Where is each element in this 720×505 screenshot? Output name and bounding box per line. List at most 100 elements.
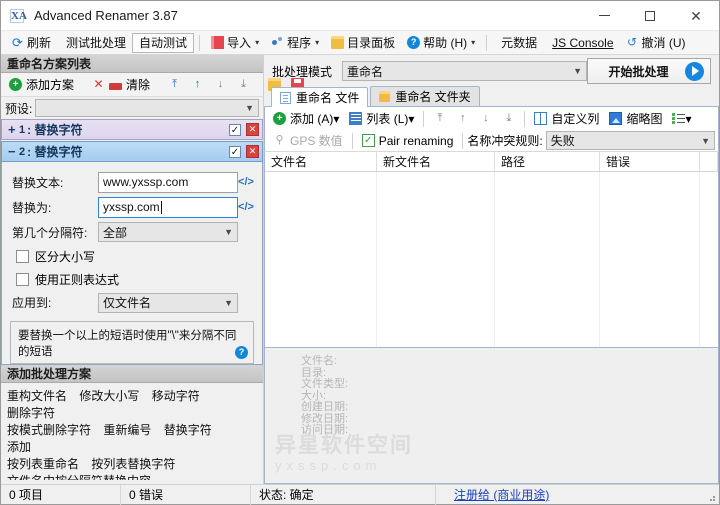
resize-grip[interactable]: [706, 492, 716, 502]
add-link-list-rename[interactable]: 按列表重命名: [7, 457, 79, 471]
toolbar-refresh[interactable]: ⟳ 刷新: [5, 33, 57, 53]
checkbox-checked-icon: ✓: [361, 134, 375, 147]
move-method-bottom-button[interactable]: ⤓: [232, 75, 255, 95]
toolbar-undo-label: 撤消 (U): [641, 36, 686, 50]
arrow-to-bottom-icon: ⤓: [506, 112, 512, 124]
add-link-change-case[interactable]: 修改大小写: [79, 389, 139, 403]
method-index-1: 1: [19, 123, 26, 136]
method-name-2: : 替换字符: [27, 145, 83, 159]
help-icon: ?: [407, 36, 421, 49]
file-move-up-button[interactable]: ↑: [451, 109, 474, 129]
collapse-icon[interactable]: −: [8, 144, 19, 159]
toolbar-test-batch[interactable]: 测试批处理: [57, 33, 132, 53]
add-method-button[interactable]: + 添加方案: [4, 75, 79, 95]
toolbar-js-console[interactable]: JS Console: [543, 33, 619, 53]
batch-mode-select[interactable]: 重命名 ▼: [342, 61, 587, 81]
list-icon: [349, 112, 363, 125]
toolbar-auto-test[interactable]: 自动测试: [132, 32, 195, 53]
license-link[interactable]: 注册给 (商业用途): [454, 486, 549, 503]
use-regex-checkbox[interactable]: [16, 272, 29, 286]
toolbar-import[interactable]: 导入 ▾: [205, 33, 265, 53]
apply-to-select[interactable]: 仅文件名 ▼: [98, 292, 238, 313]
add-link-replace[interactable]: 替换字符: [164, 423, 212, 437]
toolbar-help[interactable]: ? 帮助 (H) ▾: [401, 33, 481, 53]
list-button[interactable]: 列表 (L) ▾: [344, 109, 419, 129]
add-link-remove-pattern[interactable]: 按模式删除字符: [7, 423, 91, 437]
thumbnails-button[interactable]: 缩略图: [604, 109, 667, 129]
method-row-1[interactable]: + 1 : 替换字符 ✓ ✕: [1, 119, 263, 140]
method-delete-button-2[interactable]: ✕: [246, 145, 259, 158]
toolbar-program[interactable]: 程序 ▾: [265, 33, 325, 53]
expand-icon[interactable]: +: [8, 122, 19, 137]
clear-methods-button[interactable]: ✕ 清除: [87, 75, 155, 95]
file-table[interactable]: 文件名 新文件名 路径 错误: [264, 152, 719, 348]
case-sensitive-checkbox[interactable]: [16, 249, 29, 263]
method-row-2[interactable]: − 2 : 替换字符 ✓ ✕: [1, 141, 263, 162]
case-sensitive-row[interactable]: 区分大小写: [2, 245, 262, 268]
custom-columns-button[interactable]: 自定义列: [529, 109, 604, 129]
replace-text-input[interactable]: www.yxssp.com: [98, 171, 238, 193]
custom-columns-label: 自定义列: [551, 112, 600, 126]
file-table-body[interactable]: [265, 172, 718, 347]
column-header-error[interactable]: 错误: [600, 152, 700, 171]
toolbar-folder-panel-label: 目录面板: [347, 36, 396, 50]
help-icon[interactable]: ?: [235, 346, 248, 360]
method-delete-button-1[interactable]: ✕: [246, 123, 259, 136]
meta-filename: 文件名:: [301, 355, 338, 367]
tab-rename-folders[interactable]: 重命名 文件夹: [370, 86, 480, 106]
tab-rename-folders-label: 重命名 文件夹: [395, 90, 471, 104]
add-links-row-4: 文件名中按分隔符替换内容 从文件名两端修剪: [7, 473, 257, 480]
replace-with-input[interactable]: yxssp.com: [98, 196, 238, 218]
close-button[interactable]: ✕: [673, 1, 719, 31]
add-link-move-chars[interactable]: 移动字符: [152, 389, 200, 403]
eraser-icon: [109, 82, 123, 90]
column-header-newname[interactable]: 新文件名: [377, 152, 495, 171]
add-link-split-replace[interactable]: 文件名中按分隔符替换内容: [7, 474, 151, 480]
main-toolbar: ⟳ 刷新 测试批处理 自动测试 导入 ▾ 程序 ▾ 目录面板 ? 帮助 (H) …: [1, 31, 719, 55]
add-link-add[interactable]: 添加: [7, 440, 31, 454]
preset-label: 预设:: [5, 101, 33, 116]
add-link-restructure[interactable]: 重构文件名: [7, 389, 67, 403]
program-icon: [271, 36, 284, 49]
move-method-top-button[interactable]: ⤒: [163, 75, 186, 95]
toolbar-metadata[interactable]: 元数据: [492, 33, 543, 53]
apply-to-row: 应用到: 仅文件名 ▼: [2, 291, 262, 316]
conflict-rule-select[interactable]: 失败 ▼: [545, 131, 715, 150]
column-header-filename[interactable]: 文件名: [265, 152, 377, 171]
toolbar-undo[interactable]: ↺ 撤消 (U): [620, 33, 692, 53]
plus-circle-icon: +: [273, 112, 286, 125]
minimize-button[interactable]: [581, 1, 627, 31]
move-method-up-button[interactable]: ↑: [186, 75, 209, 95]
view-options-button[interactable]: ▾: [667, 109, 696, 129]
application-window: XA Advanced Renamer 3.87 ✕ ⟳ 刷新 测试批处理 自动…: [0, 0, 720, 505]
code-icon[interactable]: </>: [238, 176, 254, 188]
method-enabled-checkbox-1[interactable]: ✓: [229, 123, 241, 136]
add-link-remove-chars[interactable]: 删除字符: [7, 406, 55, 420]
preset-select[interactable]: ▼: [35, 99, 259, 117]
use-regex-row[interactable]: 使用正则表达式: [2, 268, 262, 291]
column-header-path[interactable]: 路径: [495, 152, 600, 171]
file-move-bottom-button[interactable]: ⤓: [497, 109, 520, 129]
title-bar: XA Advanced Renamer 3.87 ✕: [1, 1, 719, 31]
start-batch-button[interactable]: 开始批处理: [587, 58, 711, 84]
text-caret: [160, 200, 162, 214]
refresh-icon: ⟳: [12, 35, 23, 50]
add-files-button[interactable]: + 添加 (A) ▾: [268, 109, 344, 129]
occurrence-select[interactable]: 全部 ▼: [98, 222, 238, 243]
file-move-top-button[interactable]: ⤒: [428, 109, 451, 129]
method-index-2: 2: [19, 145, 26, 158]
code-icon[interactable]: </>: [238, 201, 254, 213]
maximize-button[interactable]: [627, 1, 673, 31]
tab-rename-files[interactable]: 重命名 文件: [271, 87, 369, 107]
add-link-renumber[interactable]: 重新编号: [103, 423, 151, 437]
case-sensitive-label: 区分大小写: [35, 249, 96, 264]
move-method-down-button[interactable]: ↓: [209, 75, 232, 95]
toolbar-folder-panel[interactable]: 目录面板: [325, 33, 401, 53]
pair-renaming-toggle[interactable]: ✓ Pair renaming: [357, 131, 459, 151]
gps-values-button[interactable]: ⚲ GPS 数值: [268, 131, 348, 151]
folder-icon: [331, 36, 345, 49]
add-link-list-replace[interactable]: 按列表替换字符: [91, 457, 175, 471]
chevron-down-icon: ▾: [255, 38, 260, 47]
method-enabled-checkbox-2[interactable]: ✓: [229, 145, 241, 158]
file-move-down-button[interactable]: ↓: [474, 109, 497, 129]
